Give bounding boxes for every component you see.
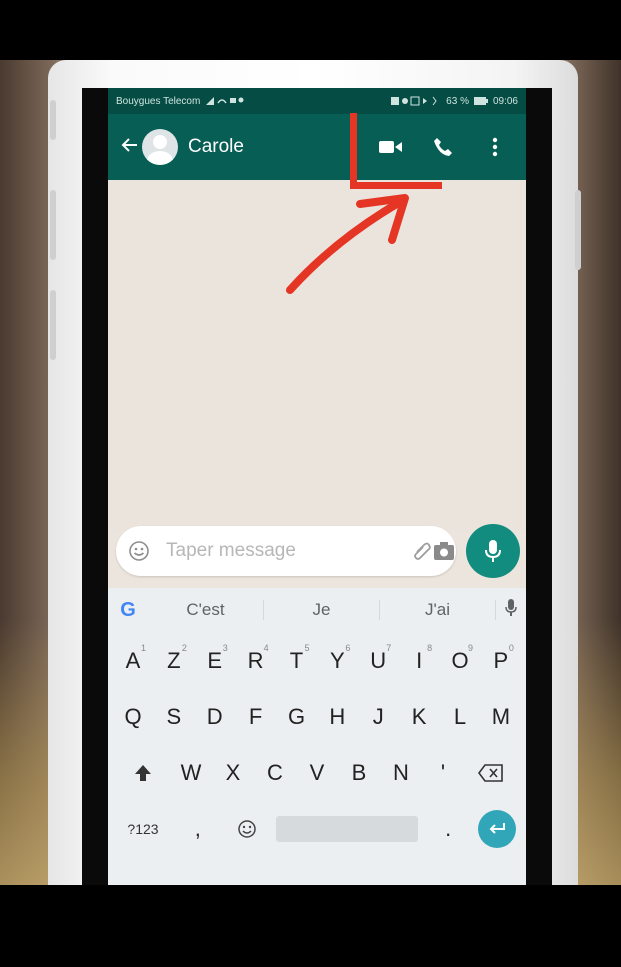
clock: 09:06 [492, 95, 518, 107]
key-l[interactable]: L [441, 694, 479, 740]
key-o[interactable]: O9 [441, 638, 479, 684]
enter-icon [489, 823, 505, 834]
key-q[interactable]: Q [114, 694, 152, 740]
phone-side-button [50, 100, 56, 140]
key-f[interactable]: F [237, 694, 275, 740]
key-s[interactable]: S [155, 694, 193, 740]
battery-level: 63 % [446, 95, 469, 107]
key-u[interactable]: U7 [359, 638, 397, 684]
annotation-highlight-box [350, 113, 442, 189]
symbols-key[interactable]: ?123 [118, 806, 168, 852]
period-key[interactable]: . [429, 806, 467, 852]
gboard-keyboard: G C'est Je J'ai A1 Z2 E3 R4 T5 Y6 U7 I8 … [108, 588, 526, 885]
attachment-icon[interactable] [411, 536, 433, 566]
key-m[interactable]: M [482, 694, 520, 740]
suggestion-item[interactable]: Je [264, 600, 380, 620]
microphone-icon [485, 540, 501, 562]
key-row-1: A1 Z2 E3 R4 T5 Y6 U7 I8 O9 P0 [108, 638, 526, 684]
chat-header: Carole [108, 114, 526, 180]
shift-icon [135, 765, 151, 781]
system-icons [391, 96, 437, 106]
key-w[interactable]: W [172, 750, 210, 796]
key-k[interactable]: K [400, 694, 438, 740]
status-bar: Bouygues Telecom 63 % 09:06 [108, 88, 526, 114]
emoji-icon [237, 820, 256, 838]
key-y[interactable]: Y6 [318, 638, 356, 684]
key-v[interactable]: V [298, 750, 336, 796]
suggestion-item[interactable]: C'est [148, 600, 264, 620]
backspace-key[interactable] [466, 750, 516, 796]
phone-side-button [575, 190, 581, 270]
backspace-icon [478, 764, 503, 782]
key-n[interactable]: N [382, 750, 420, 796]
key-i[interactable]: I8 [400, 638, 438, 684]
key-b[interactable]: B [340, 750, 378, 796]
shift-key[interactable] [118, 750, 168, 796]
emoji-key[interactable] [228, 806, 266, 852]
key-h[interactable]: H [318, 694, 356, 740]
key-row-4: ?123 , . [108, 806, 526, 852]
enter-key[interactable] [477, 810, 516, 848]
key-x[interactable]: X [214, 750, 252, 796]
suggestion-item[interactable]: J'ai [380, 600, 496, 620]
key-a[interactable]: A1 [114, 638, 152, 684]
phone-side-button [50, 290, 56, 360]
key-apostrophe[interactable]: ' [424, 750, 462, 796]
message-composer [116, 526, 456, 576]
contact-avatar[interactable] [142, 129, 178, 165]
google-g-icon[interactable]: G [108, 599, 148, 622]
battery-icon [473, 97, 488, 105]
key-d[interactable]: D [196, 694, 234, 740]
key-t[interactable]: T5 [278, 638, 316, 684]
key-c[interactable]: C [256, 750, 294, 796]
annotation-arrow-icon [286, 194, 409, 294]
signal-icons [206, 95, 246, 108]
key-e[interactable]: E3 [196, 638, 234, 684]
network-icon [206, 96, 244, 105]
comma-key[interactable]: , [179, 806, 217, 852]
key-j[interactable]: J [359, 694, 397, 740]
key-z[interactable]: Z2 [155, 638, 193, 684]
voice-input-icon[interactable] [496, 598, 526, 622]
key-p[interactable]: P0 [482, 638, 520, 684]
key-r[interactable]: R4 [237, 638, 275, 684]
key-row-3: W X C V B N ' [108, 750, 526, 796]
video-letterbox-bottom [0, 885, 621, 967]
space-bar[interactable] [276, 816, 419, 842]
camera-icon[interactable] [433, 536, 455, 566]
contact-name[interactable]: Carole [188, 136, 244, 158]
carrier-name: Bouygues Telecom [116, 95, 201, 107]
suggestion-strip: G C'est Je J'ai [108, 588, 526, 632]
key-g[interactable]: G [278, 694, 316, 740]
status-right: 63 % 09:06 [391, 96, 518, 107]
message-input[interactable] [166, 540, 411, 562]
microphone-button[interactable] [466, 524, 520, 578]
back-arrow-icon[interactable] [118, 136, 140, 158]
emoji-icon[interactable] [128, 536, 150, 566]
video-letterbox-top [0, 0, 621, 60]
phone-side-button [50, 190, 56, 260]
more-options-icon[interactable] [480, 132, 510, 162]
key-row-2: Q S D F G H J K L M [108, 694, 526, 740]
